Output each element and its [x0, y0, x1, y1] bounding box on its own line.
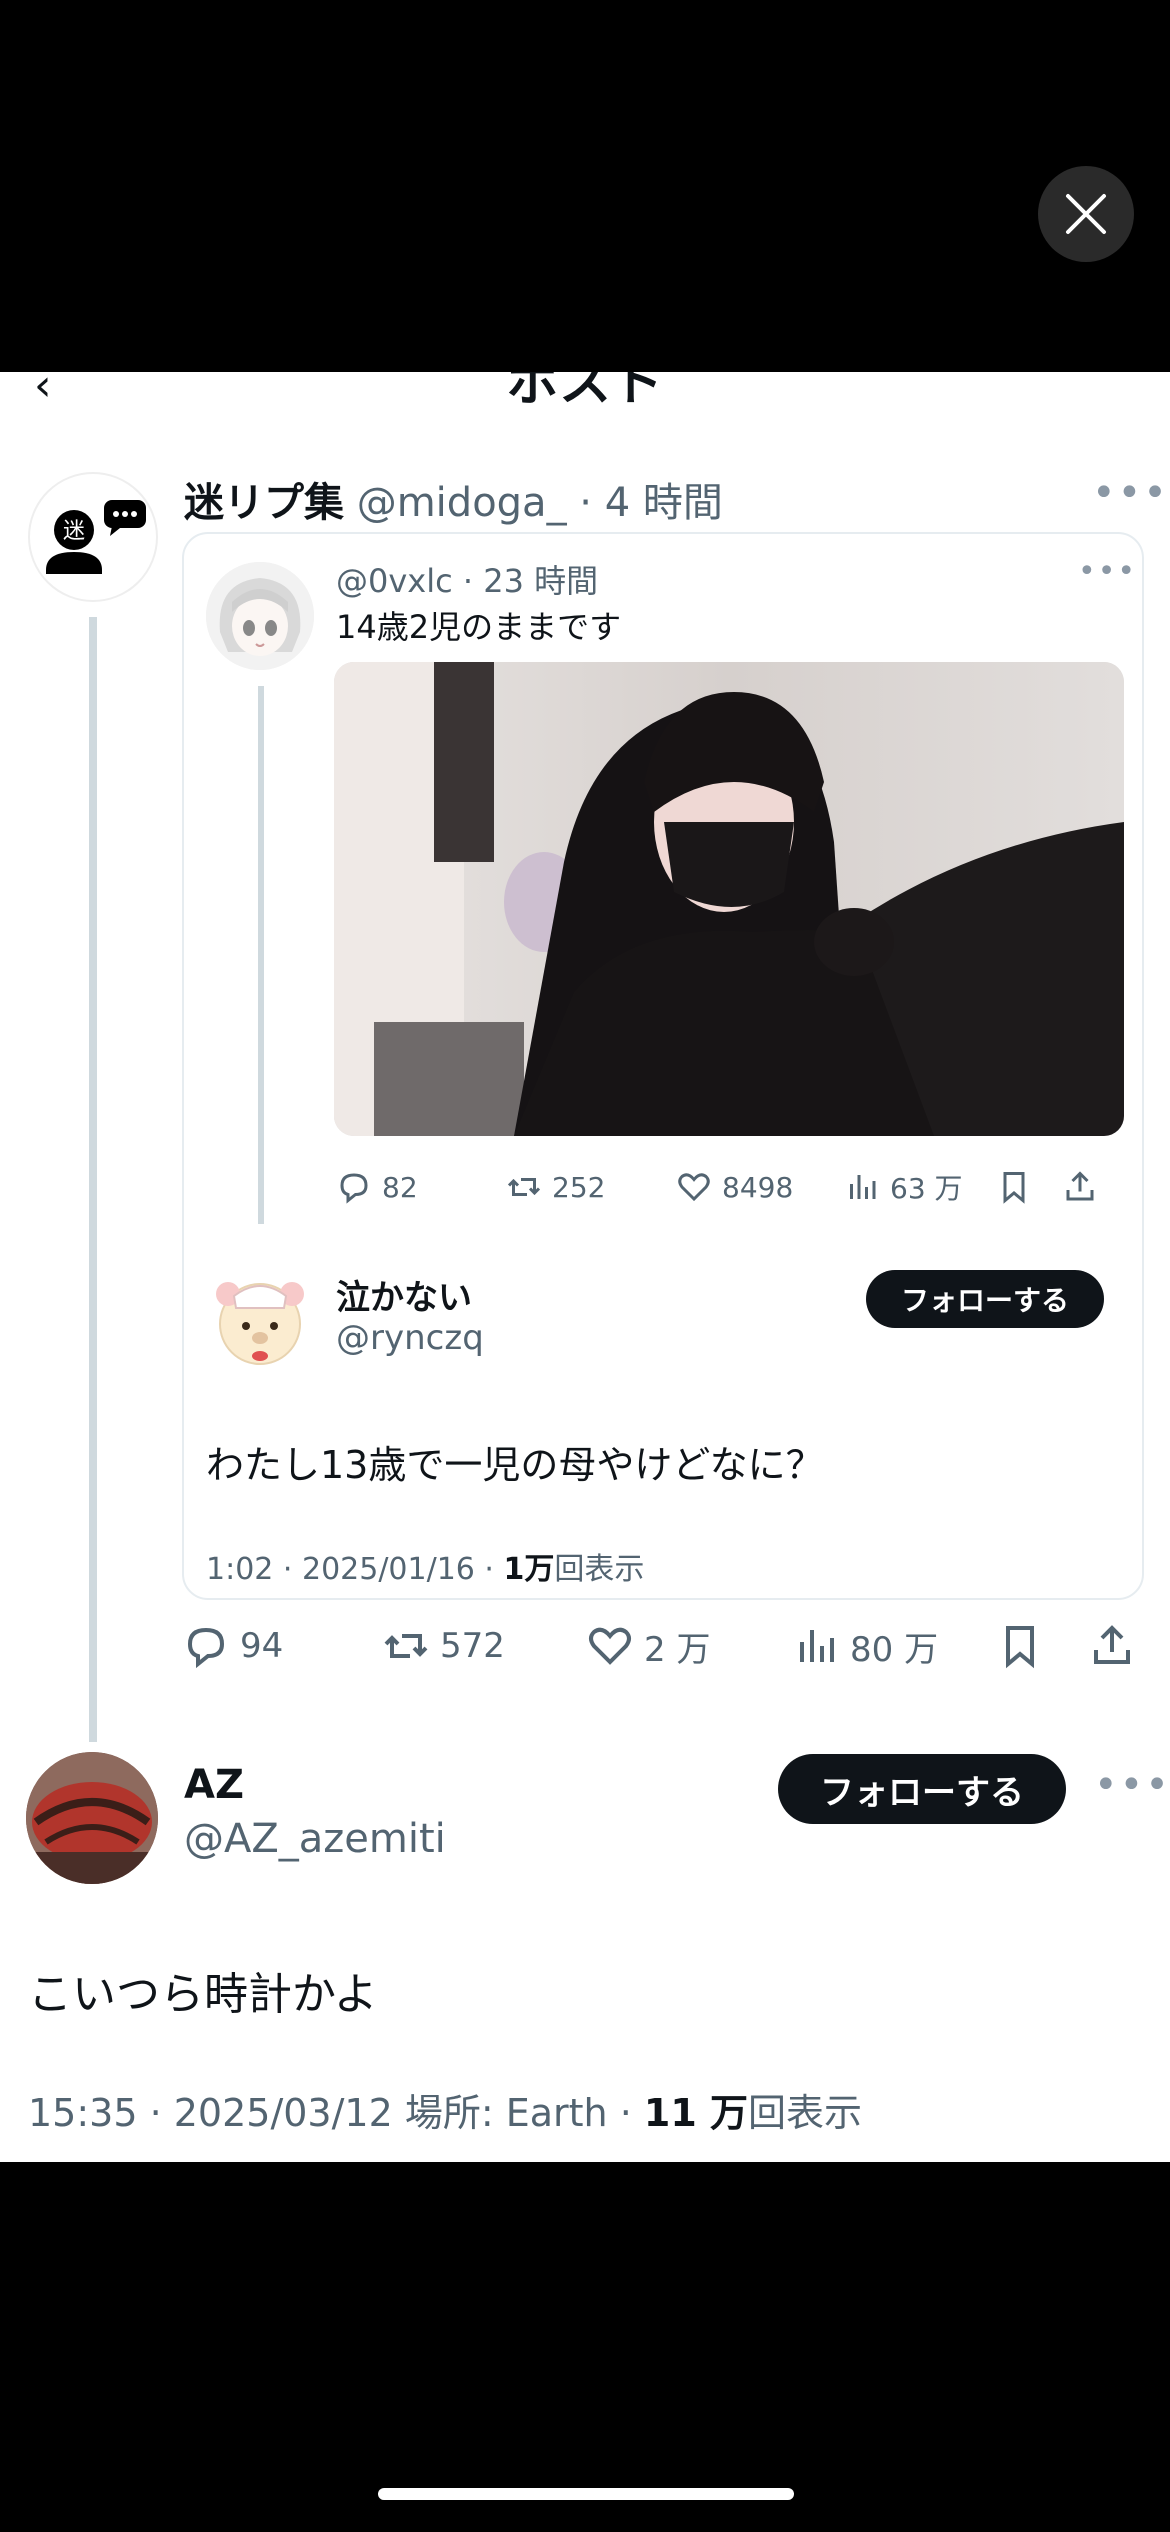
follow-button[interactable]: フォローする: [778, 1754, 1066, 1824]
post-text: わたし13歳で一児の母やけどなに？: [206, 1443, 824, 1487]
like-button[interactable]: 2 万: [586, 1616, 710, 1676]
views-button[interactable]: 63 万: [844, 1162, 963, 1212]
views-label: 回表示: [554, 1552, 645, 1587]
like-count: 2 万: [644, 1629, 711, 1670]
post-timestamp: 15:35 · 2025/03/12 場所: Earth ·: [28, 2091, 644, 2135]
meiripu-logo-icon: 迷: [46, 500, 146, 574]
reply-icon: [340, 1173, 368, 1204]
display-name[interactable]: AZ: [184, 1762, 244, 1808]
view-count: 1万: [503, 1552, 555, 1587]
page-title: ポスト: [506, 372, 663, 413]
quoted-post[interactable]: @0vxlc · 23 時間 ••• 14歳2児のままです 82 252 849…: [182, 532, 1144, 1600]
thread-line: [258, 686, 264, 1224]
post-actions: 94 572 2 万 80 万: [182, 1616, 1142, 1676]
post-photo[interactable]: [334, 662, 1124, 1136]
post-timestamp: 1:02 · 2025/01/16 ·: [206, 1552, 504, 1587]
close-icon: [1066, 194, 1106, 234]
more-icon[interactable]: •••: [1094, 1762, 1170, 1808]
like-button[interactable]: 8498: [676, 1162, 793, 1212]
anime-avatar-icon: [206, 562, 314, 670]
display-name[interactable]: 泣かない: [336, 1270, 472, 1319]
photo-image: [334, 662, 1124, 1136]
share-icon: [1094, 1625, 1130, 1664]
post-author[interactable]: 迷リプ集 @midoga_ · 4 時間: [184, 470, 723, 528]
handle[interactable]: @rynczq: [336, 1318, 484, 1358]
reply-count: 82: [382, 1170, 418, 1204]
screenshot-image: ‹ ポスト 迷 迷リプ集 @midoga_ · 4 時間 ••• @0vxlc …: [0, 372, 1170, 2162]
handle[interactable]: @AZ_azemiti: [184, 1816, 446, 1862]
post-text: こいつら時計かよ: [28, 1969, 378, 2020]
reply-count: 94: [240, 1626, 284, 1666]
avatar[interactable]: [26, 1752, 158, 1884]
reply-button[interactable]: 94: [182, 1616, 283, 1676]
post-text: 14歳2児のままです: [336, 608, 622, 646]
more-icon[interactable]: •••: [1078, 554, 1137, 589]
views-button[interactable]: 80 万: [792, 1616, 938, 1676]
photo-avatar-icon: [26, 1752, 158, 1884]
repost-count: 252: [552, 1170, 606, 1204]
avatar[interactable]: [206, 1266, 314, 1374]
more-icon[interactable]: •••: [1092, 470, 1169, 516]
handle-and-time: @0vxlc · 23 時間: [336, 562, 599, 600]
bookmark-button[interactable]: [996, 1162, 1042, 1212]
views-icon: [800, 1630, 834, 1662]
avatar[interactable]: [206, 562, 314, 670]
follow-button[interactable]: フォローする: [866, 1270, 1104, 1328]
post-meta: 1:02 · 2025/01/16 · 1万回表示: [206, 1544, 644, 1588]
repost-button[interactable]: 572: [382, 1616, 505, 1676]
bear-avatar-icon: [206, 1266, 314, 1374]
heart-icon: [678, 1173, 710, 1202]
views-label: 回表示: [748, 2091, 863, 2135]
view-count: 63 万: [890, 1172, 963, 1205]
share-icon: [1066, 1171, 1094, 1201]
close-button[interactable]: [1038, 166, 1134, 262]
view-count: 80 万: [850, 1629, 939, 1670]
bookmark-icon: [1003, 1172, 1025, 1204]
heart-icon: [589, 1627, 631, 1665]
post-header: ‹ ポスト: [0, 372, 1170, 413]
reply-button[interactable]: 82: [336, 1162, 418, 1212]
bookmark-icon: [1006, 1626, 1034, 1669]
reply-icon: [187, 1627, 225, 1669]
post-meta: 15:35 · 2025/03/12 場所: Earth · 11 万回表示: [28, 2082, 862, 2137]
avatar-text: 迷: [63, 519, 85, 544]
repost-icon: [507, 1178, 541, 1196]
repost-icon: [384, 1634, 428, 1658]
views-icon: [850, 1175, 876, 1199]
handle-and-time: @midoga_ · 4 時間: [356, 480, 723, 526]
share-button[interactable]: [1088, 1616, 1146, 1676]
like-count: 8498: [722, 1170, 794, 1204]
display-name[interactable]: 迷リプ集: [184, 480, 344, 526]
share-button[interactable]: [1062, 1162, 1108, 1212]
quoted-actions: 82 252 8498 63 万: [336, 1162, 1136, 1212]
repost-count: 572: [440, 1626, 505, 1666]
view-count: 11 万: [643, 2091, 748, 2135]
repost-button[interactable]: 252: [506, 1162, 605, 1212]
thread-line: [89, 617, 97, 1742]
bookmark-button[interactable]: [996, 1616, 1054, 1676]
avatar[interactable]: 迷: [28, 472, 158, 602]
home-indicator[interactable]: [378, 2488, 794, 2500]
